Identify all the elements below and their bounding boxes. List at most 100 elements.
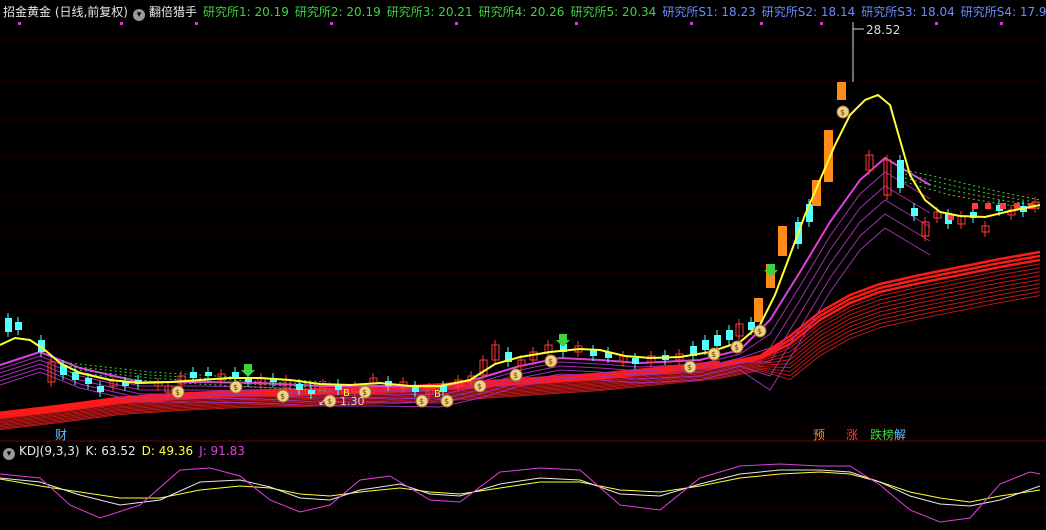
money-bag-icon: $ [171, 385, 185, 399]
svg-text:$: $ [477, 382, 482, 391]
tag-zhang[interactable]: 涨 [845, 428, 859, 442]
money-bag-icon: $ [229, 380, 243, 394]
red-marker [985, 203, 991, 209]
tag-diebang[interactable]: 跌榜 [869, 428, 895, 442]
top-marker [195, 22, 198, 25]
top-marker [1000, 22, 1003, 25]
svg-text:$: $ [757, 327, 762, 336]
kdj-toggle-icon[interactable]: ▾ [3, 448, 15, 460]
red-marker [972, 203, 978, 209]
candle-down [897, 160, 904, 188]
indicator-value-3: 研究所3: 20.21 [386, 5, 473, 19]
top-marker [120, 22, 123, 25]
top-marker [935, 22, 938, 25]
candle-down [726, 330, 733, 340]
indicator-value-7: 研究所S2: 18.14 [761, 5, 856, 19]
candle-down [308, 390, 315, 394]
candlesticks [5, 150, 1040, 399]
kdj-j-value: J: 91.83 [199, 444, 245, 458]
kdj-k-value: K: 63.52 [85, 444, 136, 458]
yellow-ma-line [0, 93, 1041, 387]
svg-text:$: $ [687, 363, 692, 372]
svg-text:$: $ [280, 392, 285, 401]
svg-text:↙: ↙ [318, 395, 327, 408]
top-marker [690, 22, 693, 25]
indicator-value-5: 研究所5: 20.34 [570, 5, 657, 19]
settings-toggle-icon[interactable]: ▾ [133, 9, 145, 21]
red-marker [1000, 203, 1006, 209]
top-marker [760, 22, 763, 25]
money-bag-icon: $ [509, 368, 523, 382]
top-marker [18, 22, 21, 25]
svg-text:$: $ [548, 357, 553, 366]
buy-label: B [343, 388, 350, 399]
money-bag-icon: $ [707, 347, 721, 361]
kdj-title[interactable]: KDJ(9,3,3) [19, 444, 80, 458]
kdj-chart [0, 463, 1041, 523]
indicator-value-6: 研究所S1: 18.23 [662, 5, 756, 19]
candle-down [702, 340, 709, 350]
magenta-ma-band [0, 156, 931, 408]
chart-header: 招金黄金 (日线,前复权) ▾ 翻倍猎手 研究所1: 20.19 研究所2: 20.19… [0, 2, 1046, 22]
svg-text:$: $ [233, 383, 238, 392]
indicator-value-9: 研究所S4: 17.95 [960, 5, 1046, 19]
tag-yu[interactable]: 预 [812, 428, 826, 442]
candle-down [85, 378, 92, 384]
candle-down [632, 358, 639, 364]
svg-text:$: $ [419, 397, 424, 406]
money-bag-icon: $ [473, 379, 487, 393]
money-bag-icon: $ [276, 389, 290, 403]
indicator-value-4: 研究所4: 20.26 [478, 5, 565, 19]
green-arrow-icon [241, 364, 255, 377]
svg-text:$: $ [734, 343, 739, 352]
indicator-values: 研究所1: 20.19 研究所2: 20.19 研究所3: 20.21 研究所4: 2… [203, 5, 1046, 19]
indicator-value-2: 研究所2: 20.19 [294, 5, 381, 19]
green-arrow-icon [556, 334, 570, 347]
magenta-band-line [0, 199, 931, 400]
kdj-d-value: D: 49.36 [141, 444, 194, 458]
high-price-label: 28.52 [866, 23, 900, 37]
high-price-marker: 28.52 [852, 22, 900, 82]
money-bag-icon: $ [415, 394, 429, 408]
candle-down [205, 372, 212, 376]
indicator-name[interactable]: 翻倍猎手 [149, 5, 197, 19]
top-marker-row [18, 22, 1003, 25]
buy-label-2: B [434, 389, 441, 400]
top-marker [455, 22, 458, 25]
tag-jie[interactable]: 解 [893, 428, 907, 442]
candle-down [590, 350, 597, 356]
top-marker [330, 22, 333, 25]
indicator-value-8: 研究所S3: 18.04 [861, 5, 955, 19]
candle-down [190, 372, 197, 378]
candle-down [97, 386, 104, 392]
orange-bar [778, 226, 787, 256]
candle-down [296, 384, 303, 390]
svg-text:$: $ [711, 350, 716, 359]
kdj-j-line [0, 463, 1041, 523]
candle-down [72, 372, 79, 380]
orange-bar [837, 82, 846, 100]
svg-text:$: $ [327, 397, 332, 406]
tag-cai[interactable]: 财 [54, 428, 68, 442]
candle-down [440, 386, 447, 392]
red-marker [1014, 203, 1020, 209]
money-bag-icon: $ [836, 105, 850, 119]
money-bag-icon: $ [440, 394, 454, 408]
orange-bar [824, 130, 833, 182]
red-ma-band [0, 250, 1041, 431]
candle-down [714, 335, 721, 346]
kdj-header: ▾ KDJ(9,3,3) K: 63.52 D: 49.36 J: 91.83 [0, 442, 245, 460]
candle-down [5, 318, 12, 332]
candle-down [15, 322, 22, 330]
orange-bar [754, 298, 763, 322]
top-marker [575, 22, 578, 25]
svg-text:$: $ [444, 397, 449, 406]
stock-title[interactable]: 招金黄金 (日线,前复权) [3, 5, 128, 19]
top-marker [820, 22, 823, 25]
svg-text:$: $ [513, 371, 518, 380]
money-bag-icon: $ [544, 354, 558, 368]
money-bag-icon: $ [730, 340, 744, 354]
svg-text:$: $ [840, 108, 845, 117]
candle-down [911, 208, 918, 216]
svg-text:$: $ [175, 388, 180, 397]
